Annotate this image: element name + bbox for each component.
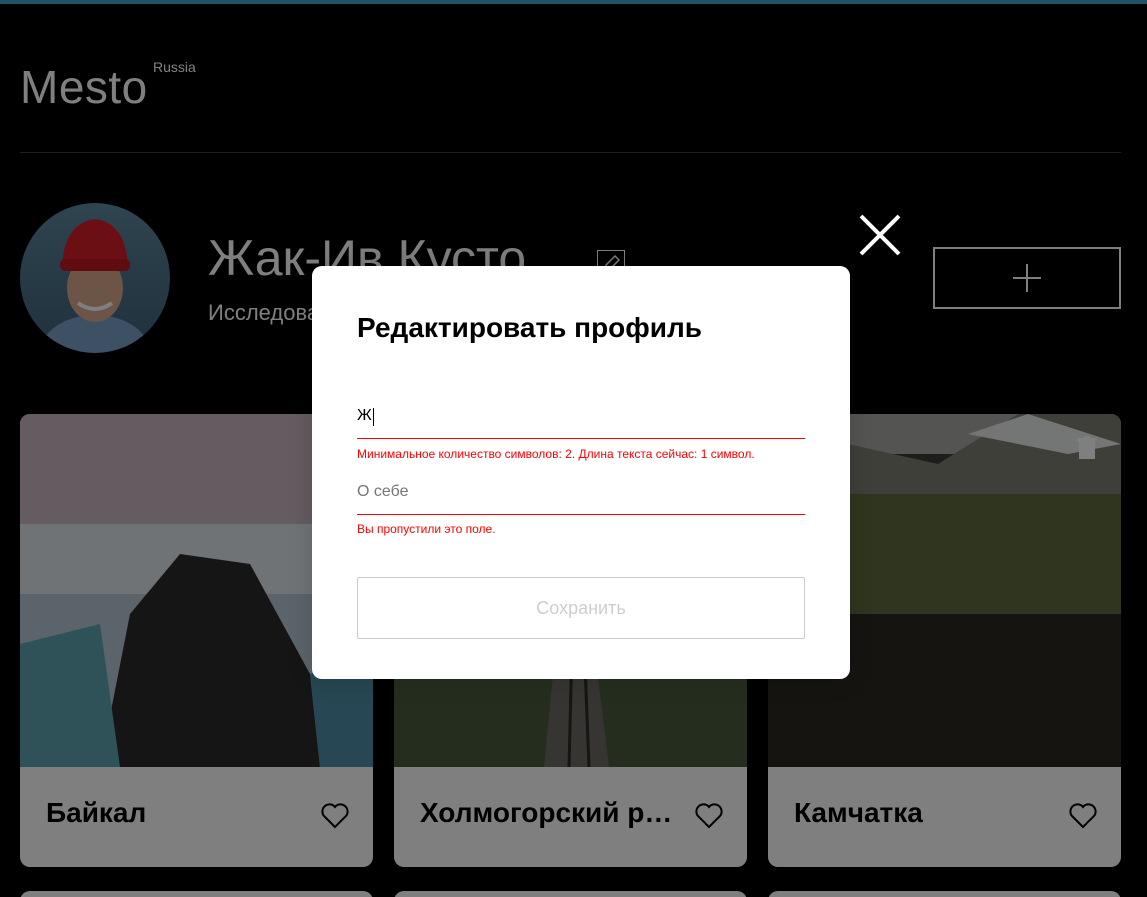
about-error: Вы пропустили это поле. [357, 522, 496, 536]
name-error: Минимальное количество символов: 2. Длин… [357, 447, 755, 461]
text-caret [373, 408, 374, 426]
name-input[interactable] [357, 407, 805, 439]
save-button[interactable]: Сохранить [357, 577, 805, 639]
edit-profile-modal: Редактировать профиль Минимальное количе… [312, 266, 850, 679]
close-icon[interactable] [857, 212, 903, 258]
about-input[interactable] [357, 483, 805, 515]
modal-title: Редактировать профиль [357, 312, 702, 343]
